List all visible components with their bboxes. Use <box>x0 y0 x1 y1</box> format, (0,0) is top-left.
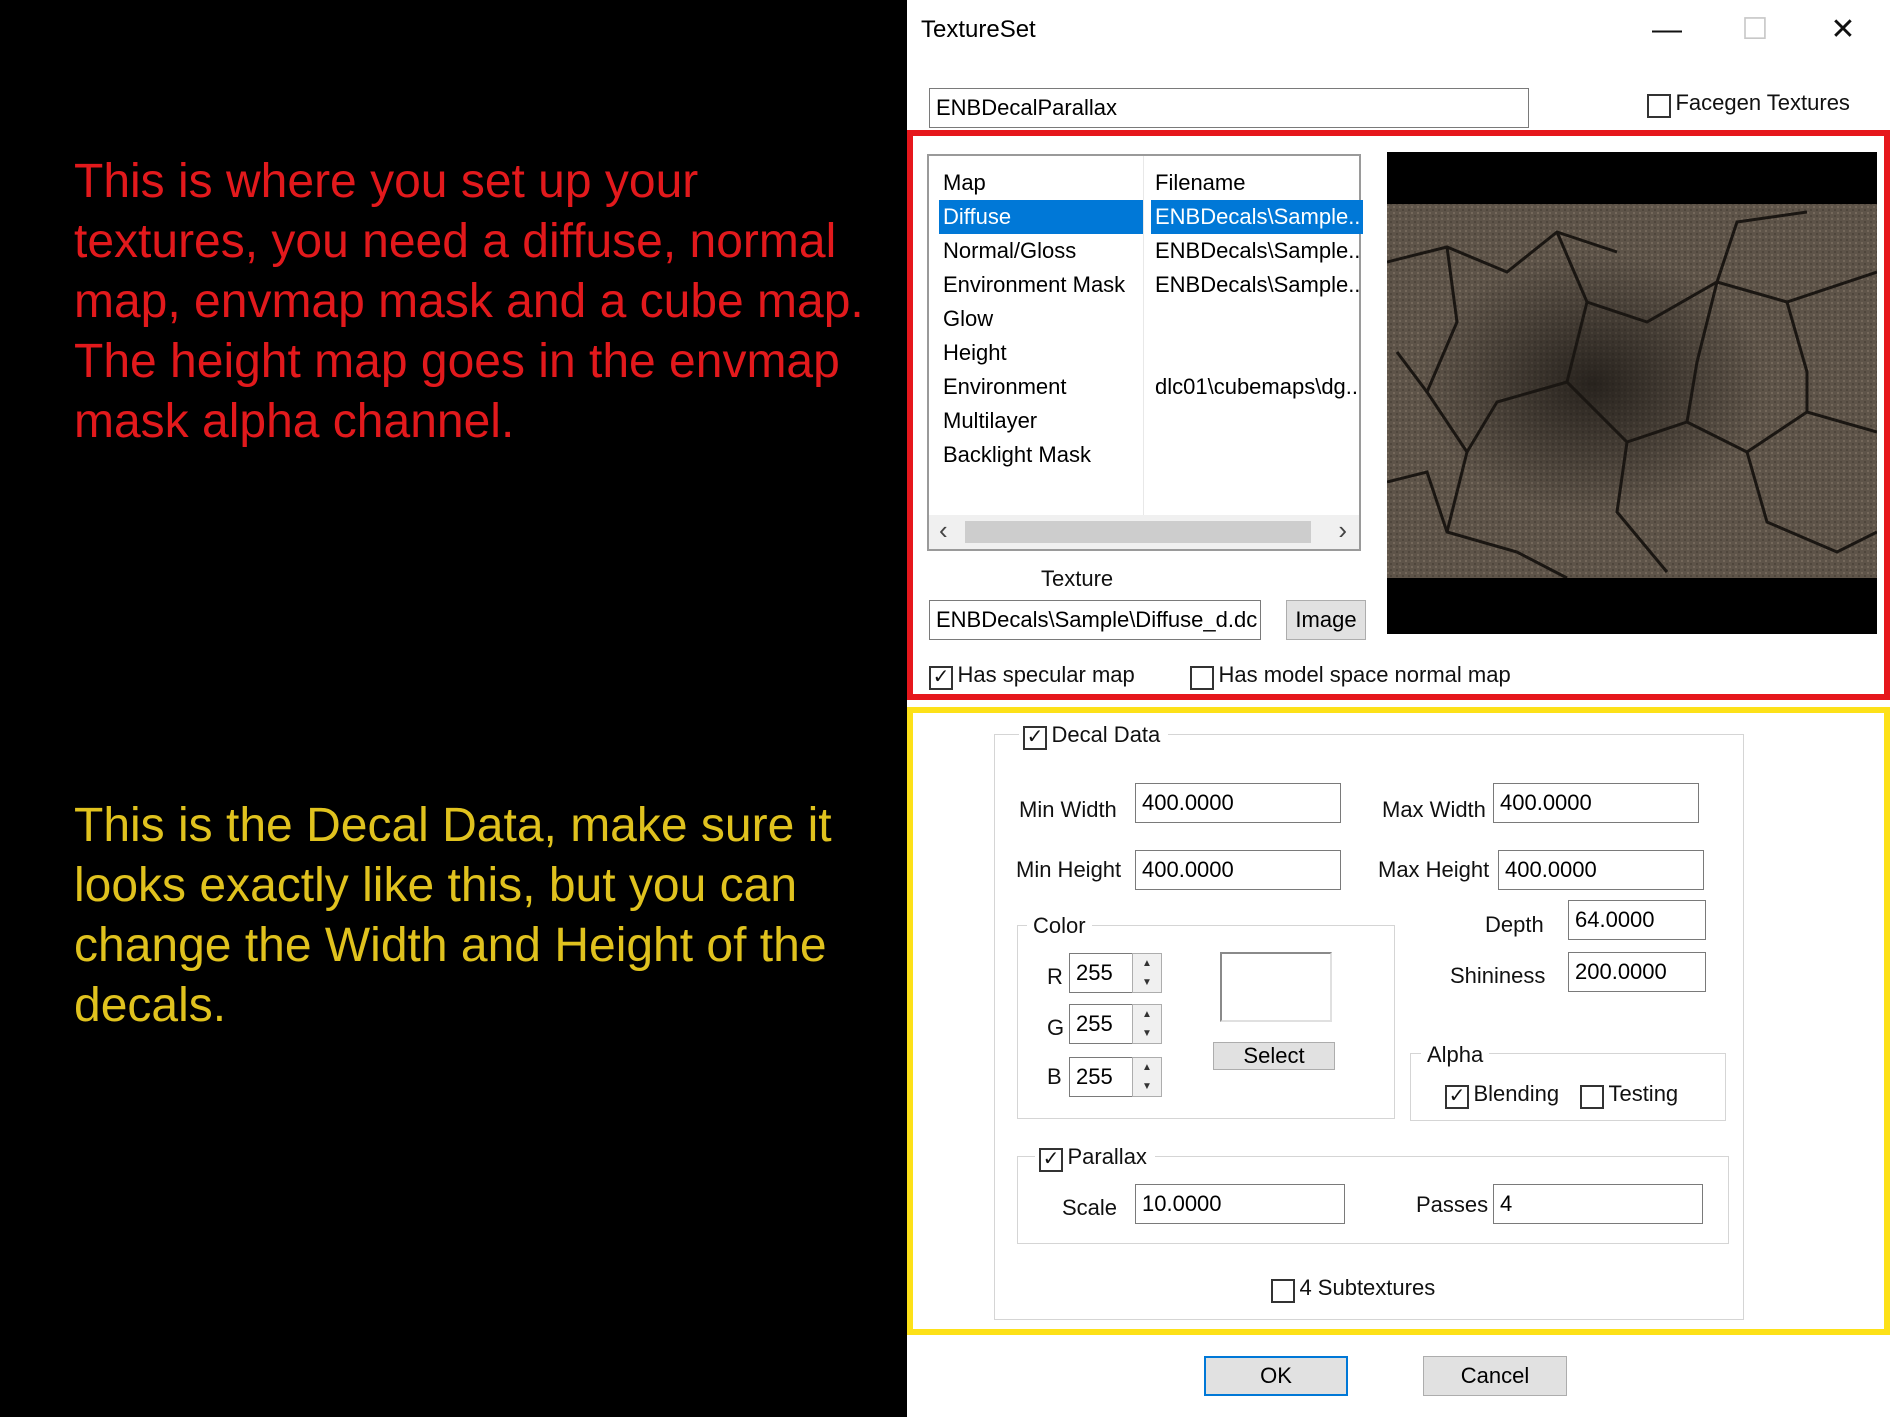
maximize-button[interactable]: ☐ <box>1725 8 1785 52</box>
ok-button[interactable]: OK <box>1204 1356 1348 1396</box>
window-title: TextureSet <box>921 16 1036 43</box>
close-icon: ✕ <box>1830 13 1856 46</box>
close-button[interactable]: ✕ <box>1813 8 1873 52</box>
facegen-textures-checkbox[interactable]: Facegen Textures <box>1647 90 1850 118</box>
yellow-annotation-text: This is the Decal Data, make sure it loo… <box>74 799 832 1032</box>
decal-data-highlight <box>907 707 1890 1335</box>
texture-section-highlight <box>907 130 1890 700</box>
minimize-icon: — <box>1652 13 1682 46</box>
maximize-icon: ☐ <box>1741 13 1769 46</box>
cancel-button[interactable]: Cancel <box>1423 1356 1567 1396</box>
red-annotation-text: This is where you set up your textures, … <box>74 155 864 448</box>
minimize-button[interactable]: — <box>1637 8 1697 52</box>
facegen-label: Facegen Textures <box>1675 90 1850 115</box>
texture-set-name-input[interactable]: ENBDecalParallax <box>929 88 1529 128</box>
facegen-checkbox-box[interactable] <box>1647 93 1671 118</box>
